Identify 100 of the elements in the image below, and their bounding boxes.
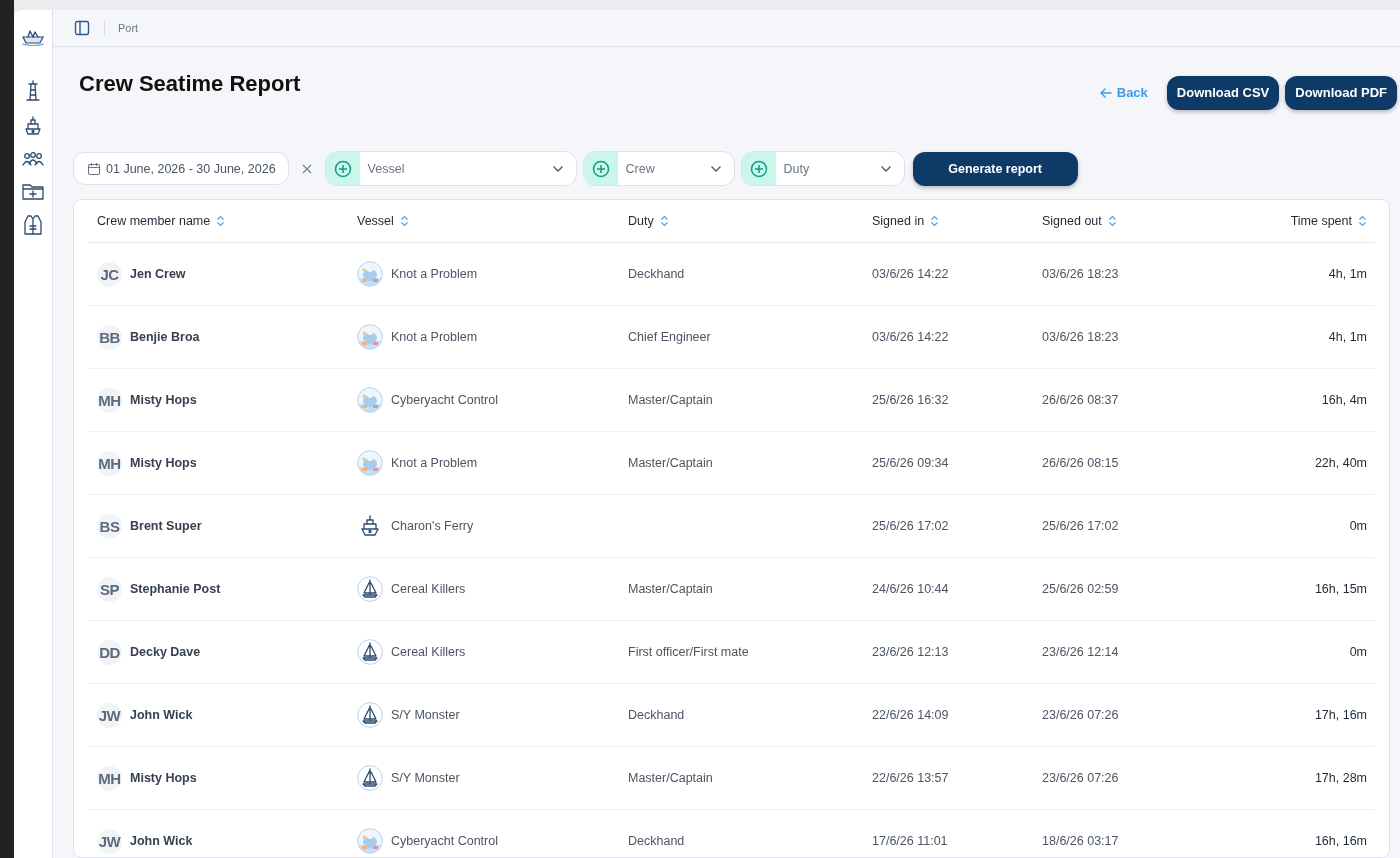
signed-in-time: 25/6/26 17:02 — [872, 519, 949, 534]
sort-icon — [659, 215, 669, 228]
avatar: MH — [97, 765, 122, 791]
column-header[interactable]: Time spent — [1203, 214, 1375, 229]
chevron-down-icon — [551, 164, 564, 173]
signed-out-time: 23/6/26 07:26 — [1042, 708, 1119, 723]
vessel-name: Cyberyacht Control — [391, 393, 498, 408]
duty: Deckhand — [628, 267, 685, 282]
column-header[interactable]: Crew member name — [88, 214, 348, 229]
signed-out-time: 18/6/26 03:17 — [1042, 834, 1119, 849]
signed-in-time: 03/6/26 14:22 — [872, 330, 949, 345]
vessel-name: Cyberyacht Control — [391, 834, 498, 849]
calendar-icon — [87, 161, 101, 176]
generate-report-button[interactable]: Generate report — [912, 151, 1078, 186]
folder-icon[interactable] — [22, 182, 44, 200]
life-jacket-icon[interactable] — [23, 214, 43, 236]
duty: Master/Captain — [628, 456, 713, 471]
chevron-down-icon — [879, 164, 892, 173]
avatar: BS — [97, 513, 122, 539]
duty: Master/Captain — [628, 393, 713, 408]
vessel-name: Knot a Problem — [391, 330, 478, 345]
avatar: JC — [97, 261, 122, 287]
sort-icon — [1107, 215, 1117, 228]
crew-icon[interactable] — [22, 150, 44, 168]
time-spent: 16h, 16m — [1314, 834, 1367, 849]
time-spent: 17h, 16m — [1314, 708, 1367, 723]
ship-icon[interactable] — [23, 116, 43, 136]
clear-icon[interactable] — [300, 162, 313, 175]
crew-name: John Wick — [130, 834, 193, 849]
avatar: JW — [97, 828, 122, 854]
time-spent: 4h, 1m — [1328, 330, 1367, 345]
avatar: JW — [97, 702, 122, 728]
avatar: SP — [97, 576, 122, 602]
signed-in-time: 24/6/26 10:44 — [872, 582, 949, 597]
avatar: MH — [97, 387, 122, 413]
time-spent: 4h, 1m — [1328, 267, 1367, 282]
column-header[interactable]: Signed out — [1033, 214, 1203, 229]
vessel-name: Cereal Killers — [391, 582, 466, 597]
time-spent: 16h, 15m — [1314, 582, 1367, 597]
sort-icon — [930, 215, 940, 228]
signed-in-time: 25/6/26 09:34 — [872, 456, 949, 471]
duty: First officer/First mate — [628, 645, 749, 660]
logo-icon — [21, 28, 45, 46]
signed-in-time: 25/6/26 16:32 — [872, 393, 949, 408]
download-button[interactable]: Download PDF — [1285, 75, 1397, 110]
crew-name: Misty Hops — [130, 771, 197, 786]
select-field[interactable]: Duty — [740, 151, 905, 187]
column-header[interactable]: Vessel — [348, 214, 619, 229]
crew-name: Misty Hops — [130, 393, 197, 408]
vessel-name: Knot a Problem — [391, 267, 478, 282]
add-icon — [333, 159, 352, 178]
select-field[interactable]: Vessel — [324, 151, 577, 187]
sidebar-toggle-icon[interactable] — [74, 19, 90, 36]
signed-in-time: 23/6/26 12:13 — [872, 645, 949, 660]
signed-out-time: 26/6/26 08:37 — [1042, 393, 1119, 408]
vessel-name: Charon's Ferry — [391, 519, 474, 534]
signed-out-time: 03/6/26 18:23 — [1042, 267, 1119, 282]
signed-out-time: 26/6/26 08:15 — [1042, 456, 1119, 471]
crew-name: Brent Super — [130, 519, 202, 534]
chevron-down-icon — [709, 164, 722, 173]
time-spent: 16h, 4m — [1321, 393, 1367, 408]
column-header[interactable]: Duty — [619, 214, 863, 229]
avatar: MH — [97, 450, 122, 476]
avatar: BB — [97, 324, 122, 350]
vessel-name: S/Y Monster — [391, 771, 460, 786]
date-range-field[interactable]: 01 June, 2026 - 30 June, 2026 — [73, 152, 289, 186]
sailboat-icon — [357, 576, 383, 603]
sort-icon — [399, 215, 409, 228]
crew-name: John Wick — [130, 708, 193, 723]
duty: Chief Engineer — [628, 330, 711, 345]
time-spent: 17h, 28m — [1314, 771, 1367, 786]
signed-out-time: 25/6/26 02:59 — [1042, 582, 1119, 597]
arrow-left-icon — [1099, 87, 1112, 98]
crew-name: Misty Hops — [130, 456, 197, 471]
sort-icon — [1358, 215, 1367, 228]
avatar: DD — [97, 639, 122, 665]
duty: Master/Captain — [628, 771, 713, 786]
breadcrumb[interactable]: Port — [118, 21, 139, 34]
vessel-name: Knot a Problem — [391, 456, 478, 471]
crew-name: Decky Dave — [130, 645, 201, 660]
duty: Master/Captain — [628, 582, 713, 597]
add-icon — [749, 159, 768, 178]
signed-in-time: 22/6/26 13:57 — [872, 771, 949, 786]
select-field[interactable]: Crew — [582, 151, 735, 187]
signed-out-time: 23/6/26 12:14 — [1042, 645, 1119, 660]
duty: Deckhand — [628, 834, 685, 849]
add-icon — [591, 159, 610, 178]
duty: Deckhand — [628, 708, 685, 723]
signed-out-time: 23/6/26 07:26 — [1042, 771, 1119, 786]
signed-out-time: 03/6/26 18:23 — [1042, 330, 1119, 345]
sailboat-icon — [357, 702, 383, 729]
vessel-name: S/Y Monster — [391, 708, 460, 723]
signed-in-time: 22/6/26 14:09 — [872, 708, 949, 723]
column-header[interactable]: Signed in — [863, 214, 1033, 229]
sort-icon — [216, 215, 226, 228]
sailboat-icon — [357, 765, 383, 792]
time-spent: 22h, 40m — [1314, 456, 1367, 471]
download-button[interactable]: Download CSV — [1166, 75, 1280, 110]
crew-name: Benjie Broa — [130, 330, 200, 345]
time-spent: 0m — [1349, 519, 1367, 534]
